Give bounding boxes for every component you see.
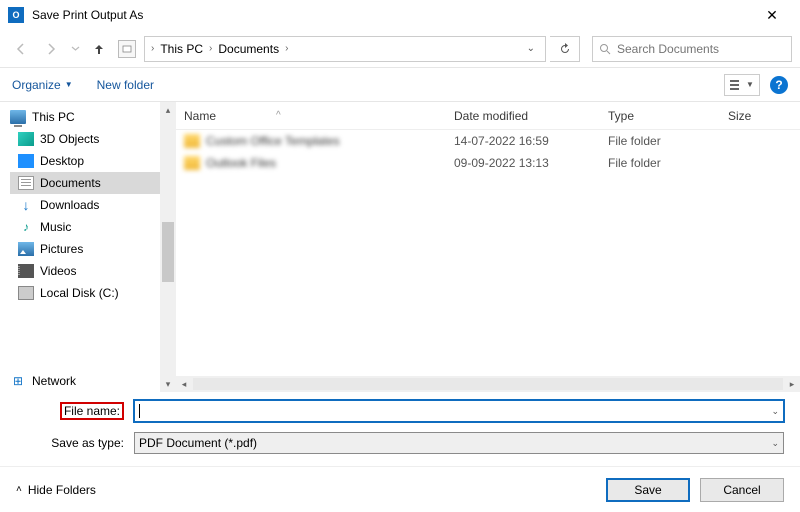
save-button[interactable]: Save	[606, 478, 690, 502]
scroll-right-icon[interactable]: ▸	[784, 379, 800, 390]
search-input[interactable]	[617, 42, 785, 56]
tree-item-desktop[interactable]: Desktop	[10, 150, 160, 172]
file-row[interactable]: Custom Office Templates 14-07-2022 16:59…	[176, 130, 800, 152]
outlook-icon: O	[8, 7, 24, 23]
tree-scrollbar[interactable]: ▴ ▾	[160, 102, 176, 392]
tree-item-network[interactable]: ⊞ Network	[10, 370, 160, 392]
help-button[interactable]: ?	[770, 76, 788, 94]
chevron-right-icon: ›	[151, 43, 154, 54]
chevron-right-icon: ›	[285, 43, 288, 54]
view-options-button[interactable]: ▼	[724, 74, 760, 96]
sort-indicator-icon: ^	[276, 110, 281, 121]
tree-item-music[interactable]: ♪ Music	[10, 216, 160, 238]
search-icon	[599, 43, 611, 55]
recent-dropdown[interactable]	[68, 36, 82, 62]
filename-combobox[interactable]: ⌄	[134, 400, 784, 422]
up-button[interactable]	[86, 36, 112, 62]
chevron-down-icon[interactable]: ⌄	[771, 406, 779, 417]
breadcrumb[interactable]: › This PC › Documents › ⌄	[144, 36, 546, 62]
column-date[interactable]: Date modified	[446, 109, 600, 123]
tree-item-3d-objects[interactable]: 3D Objects	[10, 128, 160, 150]
tree-item-this-pc[interactable]: This PC	[10, 106, 160, 128]
music-icon: ♪	[18, 220, 34, 234]
svg-text:O: O	[12, 10, 19, 20]
documents-icon	[18, 176, 34, 190]
filename-label: File name:	[16, 404, 128, 418]
file-row[interactable]: Outlook Files 09-09-2022 13:13 File fold…	[176, 152, 800, 174]
search-box[interactable]	[592, 36, 792, 62]
filename-input[interactable]	[140, 404, 779, 418]
desktop-icon	[18, 154, 34, 168]
saveastype-combobox[interactable]: PDF Document (*.pdf) ⌄	[134, 432, 784, 454]
column-size[interactable]: Size	[720, 109, 780, 123]
breadcrumb-folder[interactable]: Documents	[218, 42, 279, 56]
horizontal-scrollbar[interactable]: ◂ ▸	[176, 376, 800, 392]
tree-item-local-disk[interactable]: Local Disk (C:)	[10, 282, 160, 304]
file-list[interactable]: Name ^ Date modified Type Size Custom Of…	[176, 102, 800, 392]
cancel-button[interactable]: Cancel	[700, 478, 784, 502]
pc-icon	[10, 110, 26, 124]
close-button[interactable]: ✕	[752, 0, 792, 30]
column-headers[interactable]: Name ^ Date modified Type Size	[176, 102, 800, 130]
folder-icon	[184, 156, 200, 170]
disk-icon	[18, 286, 34, 300]
saveastype-value: PDF Document (*.pdf)	[139, 436, 257, 450]
column-name[interactable]: Name ^	[176, 109, 446, 123]
navigation-tree[interactable]: This PC 3D Objects Desktop Documents ↓ D…	[0, 102, 160, 392]
back-button[interactable]	[8, 36, 34, 62]
3d-objects-icon	[18, 132, 34, 146]
network-icon: ⊞	[10, 374, 26, 388]
saveastype-label: Save as type:	[16, 436, 128, 450]
scroll-track[interactable]	[193, 378, 783, 390]
scroll-down-icon[interactable]: ▾	[160, 376, 176, 392]
chevron-right-icon: ›	[209, 43, 212, 54]
column-type[interactable]: Type	[600, 109, 720, 123]
new-folder-button[interactable]: New folder	[97, 78, 154, 92]
tree-item-documents[interactable]: Documents	[10, 172, 160, 194]
breadcrumb-dropdown[interactable]: ⌄	[523, 43, 539, 54]
forward-button[interactable]	[38, 36, 64, 62]
scroll-up-icon[interactable]: ▴	[160, 102, 176, 118]
refresh-button[interactable]	[550, 36, 580, 62]
tree-item-pictures[interactable]: Pictures	[10, 238, 160, 260]
tree-item-videos[interactable]: Videos	[10, 260, 160, 282]
window-title: Save Print Output As	[32, 8, 752, 22]
pictures-icon	[18, 242, 34, 256]
videos-icon	[18, 264, 34, 278]
chevron-down-icon[interactable]: ⌄	[771, 438, 779, 449]
breadcrumb-root[interactable]: This PC	[160, 42, 203, 56]
scroll-thumb[interactable]	[162, 222, 174, 282]
scroll-left-icon[interactable]: ◂	[176, 379, 192, 390]
chevron-up-icon: ˄	[16, 484, 22, 495]
organize-menu[interactable]: Organize ▼	[12, 78, 73, 92]
tree-item-downloads[interactable]: ↓ Downloads	[10, 194, 160, 216]
downloads-icon: ↓	[18, 198, 34, 212]
hide-folders-toggle[interactable]: ˄ Hide Folders	[16, 483, 96, 497]
folder-icon	[184, 134, 200, 148]
chevron-down-icon: ▼	[65, 80, 73, 89]
location-icon[interactable]	[118, 40, 136, 58]
